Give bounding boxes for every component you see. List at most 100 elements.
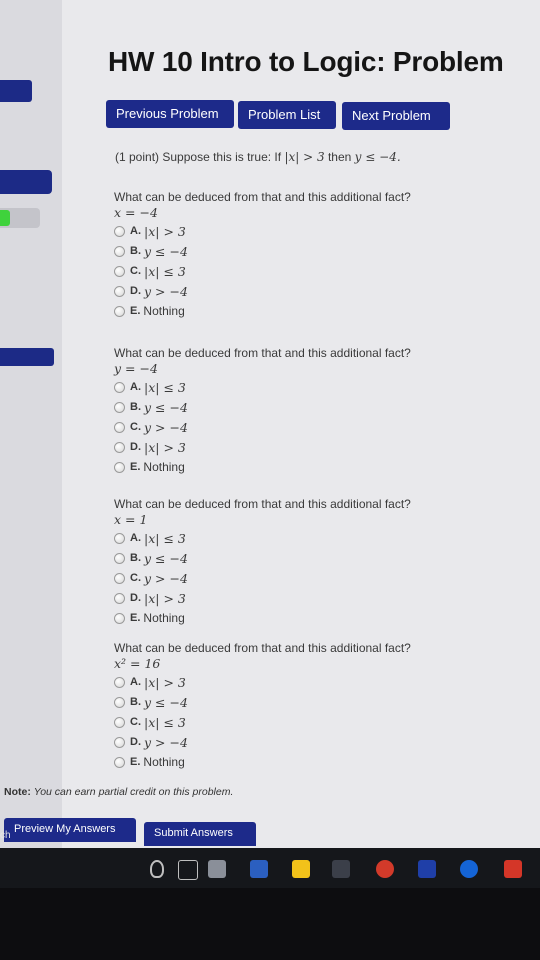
answer-option[interactable]: E. Nothing xyxy=(114,752,444,772)
option-letter: D. xyxy=(130,736,141,748)
option-text: |x| ≤ 3 xyxy=(144,714,186,730)
app-icon[interactable] xyxy=(418,860,436,878)
radio-button-icon[interactable] xyxy=(114,592,125,604)
option-text: y > −4 xyxy=(144,734,188,750)
file-explorer-icon[interactable] xyxy=(292,860,310,878)
answer-option[interactable]: B. y ≤ −4 xyxy=(114,241,444,261)
statement-then: then xyxy=(327,150,352,164)
radio-button-icon[interactable] xyxy=(114,676,125,688)
sidebar-toggle[interactable] xyxy=(0,208,40,228)
answer-option[interactable]: E. Nothing xyxy=(114,608,444,628)
answer-option[interactable]: C. y > −4 xyxy=(114,417,444,437)
problem-list-button[interactable]: Problem List xyxy=(238,101,336,129)
question-prompt: What can be deduced from that and this a… xyxy=(114,190,411,204)
radio-button-icon[interactable] xyxy=(114,532,125,544)
question-prompt: What can be deduced from that and this a… xyxy=(114,346,411,360)
statement-text: Suppose this is true: If xyxy=(162,150,282,164)
question-prompt: What can be deduced from that and this a… xyxy=(114,641,411,655)
monitor-bezel xyxy=(0,888,540,960)
radio-button-icon[interactable] xyxy=(114,756,125,768)
store-icon[interactable] xyxy=(332,860,350,878)
radio-button-icon[interactable] xyxy=(114,401,125,413)
task-view-icon[interactable] xyxy=(178,860,198,880)
answer-option[interactable]: C. y > −4 xyxy=(114,568,444,588)
option-letter: D. xyxy=(130,592,141,604)
answer-option[interactable]: E. Nothing xyxy=(114,457,444,477)
problem-content: HW 10 Intro to Logic: Problem Previous P… xyxy=(100,0,540,848)
answer-option[interactable]: D. |x| > 3 xyxy=(114,437,444,457)
radio-button-icon[interactable] xyxy=(114,736,125,748)
option-letter: D. xyxy=(130,285,141,297)
previous-problem-button[interactable]: Previous Problem xyxy=(106,100,234,128)
problem-statement: (1 point) Suppose this is true: If |x| >… xyxy=(115,150,401,164)
option-letter: B. xyxy=(130,245,141,257)
radio-button-icon[interactable] xyxy=(114,285,125,297)
option-text: |x| ≤ 3 xyxy=(144,263,186,279)
option-text: y ≤ −4 xyxy=(144,550,188,566)
answer-option[interactable]: C. |x| ≤ 3 xyxy=(114,712,444,732)
question-fact: y = −4 xyxy=(114,361,158,376)
option-text: |x| > 3 xyxy=(144,223,186,239)
word-icon[interactable] xyxy=(250,860,268,878)
radio-button-icon[interactable] xyxy=(114,612,125,624)
microphone-icon[interactable] xyxy=(150,860,164,878)
radio-button-icon[interactable] xyxy=(114,461,125,473)
option-text: Nothing xyxy=(143,304,185,318)
answer-option[interactable]: A. |x| ≤ 3 xyxy=(114,377,444,397)
submit-answers-button[interactable]: Submit Answers xyxy=(144,822,256,846)
option-text: Nothing xyxy=(143,755,185,769)
option-letter: A. xyxy=(130,532,141,544)
option-letter: E. xyxy=(130,461,141,473)
preview-answers-button[interactable]: Preview My Answers xyxy=(4,818,136,842)
option-text: |x| > 3 xyxy=(144,439,186,455)
radio-button-icon[interactable] xyxy=(114,381,125,393)
radio-button-icon[interactable] xyxy=(114,421,125,433)
radio-button-icon[interactable] xyxy=(114,572,125,584)
option-text: Nothing xyxy=(143,611,185,625)
browser-icon[interactable] xyxy=(460,860,478,878)
radio-button-icon[interactable] xyxy=(114,305,125,317)
chrome-icon[interactable] xyxy=(376,860,394,878)
statement-conclusion: y ≤ −4. xyxy=(354,150,401,164)
sidebar-nav-bar[interactable] xyxy=(0,348,54,366)
sidebar-nav-bar[interactable] xyxy=(0,80,32,102)
option-letter: C. xyxy=(130,421,141,433)
option-text: y ≤ −4 xyxy=(144,399,188,415)
mail-icon[interactable] xyxy=(208,860,226,878)
page-title: HW 10 Intro to Logic: Problem xyxy=(108,46,504,77)
radio-button-icon[interactable] xyxy=(114,716,125,728)
sidebar-nav-bar[interactable] xyxy=(0,170,52,194)
answer-option[interactable]: E. Nothing xyxy=(114,301,444,321)
answer-option[interactable]: D. |x| > 3 xyxy=(114,588,444,608)
answer-option[interactable]: A. |x| ≤ 3 xyxy=(114,528,444,548)
question-2: What can be deduced from that and this a… xyxy=(114,346,444,477)
option-letter: D. xyxy=(130,441,141,453)
answer-option[interactable]: C. |x| ≤ 3 xyxy=(114,261,444,281)
radio-button-icon[interactable] xyxy=(114,441,125,453)
option-letter: A. xyxy=(130,676,141,688)
answer-option[interactable]: B. y ≤ −4 xyxy=(114,692,444,712)
radio-button-icon[interactable] xyxy=(114,245,125,257)
option-letter: A. xyxy=(130,381,141,393)
radio-button-icon[interactable] xyxy=(114,552,125,564)
option-letter: B. xyxy=(130,401,141,413)
answer-option[interactable]: D. y > −4 xyxy=(114,732,444,752)
answer-option[interactable]: B. y ≤ −4 xyxy=(114,397,444,417)
radio-button-icon[interactable] xyxy=(114,696,125,708)
answer-option[interactable]: A. |x| > 3 xyxy=(114,672,444,692)
game-icon[interactable] xyxy=(504,860,522,878)
option-letter: C. xyxy=(130,716,141,728)
option-letter: B. xyxy=(130,552,141,564)
answer-option[interactable]: A. |x| > 3 xyxy=(114,221,444,241)
radio-button-icon[interactable] xyxy=(114,265,125,277)
sidebar xyxy=(0,0,62,848)
answer-option[interactable]: D. y > −4 xyxy=(114,281,444,301)
question-prompt: What can be deduced from that and this a… xyxy=(114,497,411,511)
toggle-knob xyxy=(0,210,10,226)
option-letter: B. xyxy=(130,696,141,708)
option-letter: E. xyxy=(130,305,141,317)
next-problem-button[interactable]: Next Problem xyxy=(342,102,450,130)
radio-button-icon[interactable] xyxy=(114,225,125,237)
answer-option[interactable]: B. y ≤ −4 xyxy=(114,548,444,568)
point-value: (1 point) xyxy=(115,150,160,164)
